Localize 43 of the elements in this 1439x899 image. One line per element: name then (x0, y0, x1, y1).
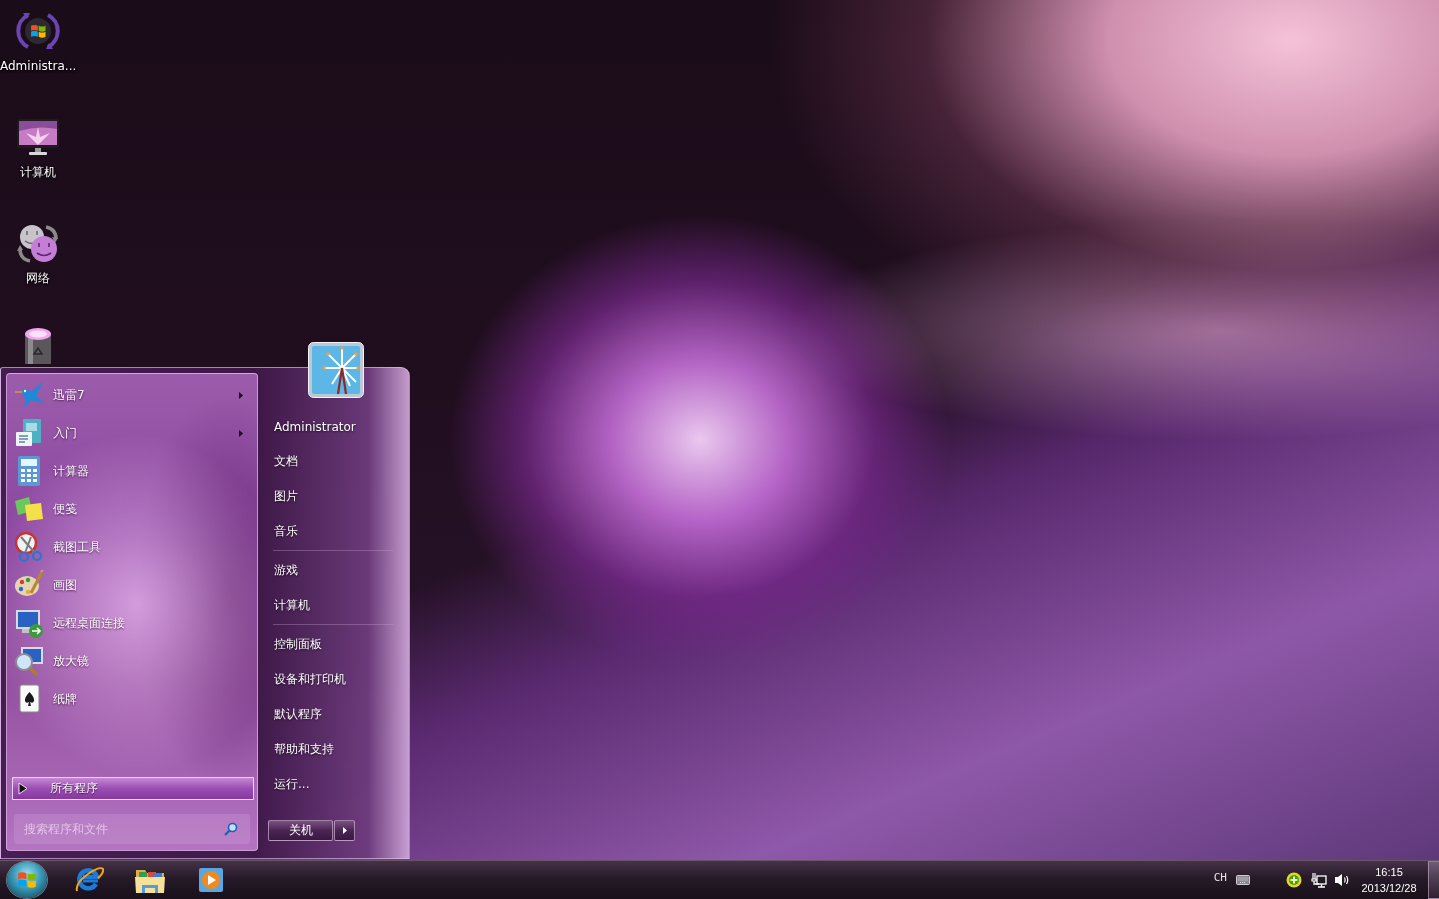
monitor-icon (13, 607, 45, 639)
menu-item[interactable]: 运行... (266, 767, 399, 802)
plus-circle-icon[interactable] (1286, 872, 1302, 888)
menu-item[interactable]: 默认程序 (266, 697, 399, 732)
caret-icon (342, 827, 347, 834)
speaker-icon[interactable] (1334, 872, 1350, 888)
menu-item[interactable]: 计算机 (266, 588, 399, 623)
user-picture (308, 342, 364, 398)
menu-item[interactable]: 音乐 (266, 514, 399, 549)
start-button[interactable] (7, 862, 47, 898)
submenu-arrow-icon (239, 391, 243, 399)
triangle-icon (18, 782, 28, 795)
monitor-plug-icon[interactable] (1311, 872, 1327, 888)
keyboard-icon[interactable] (1236, 875, 1250, 885)
menu-item[interactable]: 控制面板 (266, 627, 399, 662)
desktop-shortcut[interactable]: 网络 (16, 221, 61, 285)
language-indicator[interactable]: CH (1213, 870, 1227, 884)
magnifier-icon (13, 645, 45, 677)
menu-item[interactable]: 帮助和支持 (266, 732, 399, 767)
desktop-shortcut[interactable]: 计算机 (16, 115, 61, 179)
menu-item[interactable]: 设备和打印机 (266, 662, 399, 697)
all-programs-button[interactable]: 所有程序 (12, 777, 254, 800)
shutdown-button[interactable]: 关机 (268, 820, 333, 841)
submenu-arrow-icon (239, 429, 243, 437)
program-item[interactable]: 纸牌 (7, 680, 257, 718)
program-item[interactable]: 迅雷7 (7, 376, 257, 414)
program-item[interactable]: 便笺 (7, 490, 257, 528)
desktop-shortcut[interactable]: Administra... (0, 9, 77, 73)
shutdown-options-button[interactable] (334, 820, 355, 841)
program-item[interactable]: 计算器 (7, 452, 257, 490)
menu-item[interactable]: Administrator (266, 409, 399, 444)
program-item[interactable]: 放大镜 (7, 642, 257, 680)
scissors-icon (13, 531, 45, 563)
show-desktop-button[interactable] (1428, 861, 1439, 899)
menu-item[interactable]: 游戏 (266, 553, 399, 588)
search-icon[interactable] (224, 822, 238, 836)
program-item[interactable]: 画图 (7, 566, 257, 604)
program-item[interactable]: 截图工具 (7, 528, 257, 566)
program-item[interactable]: 入门 (7, 414, 257, 452)
play-icon[interactable] (198, 867, 224, 893)
menu-item[interactable]: 文档 (266, 444, 399, 479)
clock[interactable]: 16:15 2013/12/28 (1358, 864, 1420, 896)
menu-item[interactable]: 图片 (266, 479, 399, 514)
